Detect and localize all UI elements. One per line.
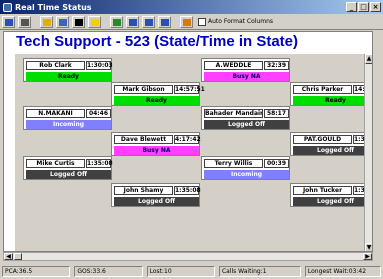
agent-name: John Tucker bbox=[293, 186, 352, 195]
minimize-button[interactable]: _ bbox=[346, 2, 357, 12]
agent-card[interactable]: Mark Gibson 14:57:51 Ready bbox=[111, 82, 205, 106]
agent-card[interactable]: PAT.GOULD1:35:08Logged Off bbox=[290, 132, 372, 156]
color-palette-button[interactable] bbox=[40, 15, 53, 28]
save-icon bbox=[59, 18, 67, 26]
auto-format-columns-option[interactable]: Auto Format Columns bbox=[198, 17, 273, 26]
print-button[interactable] bbox=[18, 15, 31, 28]
agent-state-badge: Logged Off bbox=[114, 197, 199, 206]
agent-name: Rob Clark bbox=[26, 61, 85, 70]
agent-state-badge: Incoming bbox=[26, 120, 111, 129]
agent-card[interactable]: Mike Curtis 1:35:08 Logged Off bbox=[23, 156, 113, 180]
agent-state-badge: Logged Off bbox=[26, 170, 111, 179]
print-icon bbox=[21, 18, 29, 26]
pause-icon bbox=[161, 18, 169, 26]
scroll-left-icon[interactable]: ◀ bbox=[4, 253, 13, 260]
agent-name: Chris Parker bbox=[293, 85, 352, 94]
connect-button[interactable] bbox=[2, 15, 15, 28]
agent-card[interactable]: Bahader Mandair 58:17 Logged Off bbox=[201, 106, 290, 130]
app-icon bbox=[3, 2, 12, 12]
scroll-right-icon[interactable]: ▶ bbox=[363, 253, 372, 260]
arrow-left-button[interactable] bbox=[126, 15, 139, 28]
agent-state-badge: Ready bbox=[293, 96, 372, 105]
agent-card[interactable]: A.WEDDLE 32:39 Busy NA bbox=[201, 58, 290, 82]
status-field: PCA:36.5 bbox=[2, 265, 71, 277]
close-button[interactable]: × bbox=[370, 2, 381, 12]
time-in-state: 1:30:03 bbox=[86, 61, 113, 70]
agent-card[interactable]: Dave Blewett 4:17:42 Busy NA bbox=[111, 132, 201, 156]
time-in-state: 1:35:08 bbox=[86, 159, 113, 168]
status-field: GOS:33.6 bbox=[74, 265, 143, 277]
arrow-left-icon bbox=[129, 18, 137, 26]
status-field: Longest Wait:03:42 bbox=[304, 265, 381, 277]
toolbar: Auto Format Columns bbox=[0, 14, 383, 30]
title-bar: Real Time Status _ □ × bbox=[0, 0, 383, 14]
vertical-scrollbar[interactable]: ▲ ▼ bbox=[364, 54, 372, 251]
percent-button[interactable] bbox=[72, 15, 85, 28]
time-in-state: 58:17 bbox=[264, 109, 289, 118]
status-bar: PCA:36.5 GOS:33.6 Lost:10 Calls Waiting:1 Lo… bbox=[0, 263, 383, 279]
agent-card[interactable]: Rob Clark 1:30:03 Ready bbox=[23, 58, 113, 82]
agent-state-badge: Logged Off bbox=[293, 197, 372, 206]
time-in-state: 14:57:51 bbox=[174, 85, 205, 94]
agent-card[interactable]: Terry Willis 00:39 Incoming bbox=[201, 156, 290, 180]
status-panel: Tech Support - 523 (State/Time in State)… bbox=[3, 31, 373, 252]
color-palette-icon bbox=[43, 18, 51, 26]
agent-state-badge: Logged Off bbox=[204, 120, 289, 129]
columns-button[interactable] bbox=[180, 15, 193, 28]
time-in-state: 04:46 bbox=[86, 109, 111, 118]
grid-button[interactable] bbox=[110, 15, 123, 28]
connect-icon bbox=[5, 18, 13, 26]
window-title: Real Time Status bbox=[15, 2, 92, 12]
auto-format-label: Auto Format Columns bbox=[208, 18, 273, 25]
agent-name: N.MAKANI bbox=[26, 109, 85, 118]
agent-state-badge: Ready bbox=[114, 96, 199, 105]
status-field: Lost:10 bbox=[146, 265, 215, 277]
columns-icon bbox=[183, 18, 191, 26]
highlight-button[interactable] bbox=[88, 15, 101, 28]
agent-name: Dave Blewett bbox=[114, 135, 173, 144]
scroll-down-icon[interactable]: ▼ bbox=[365, 243, 372, 251]
scroll-thumb[interactable] bbox=[14, 253, 22, 260]
agent-name: Bahader Mandair bbox=[204, 109, 263, 118]
highlight-icon bbox=[91, 18, 99, 26]
save-button[interactable] bbox=[56, 15, 69, 28]
agent-state-badge: Logged Off bbox=[293, 146, 372, 155]
time-in-state: 4:17:42 bbox=[174, 135, 201, 144]
agent-card[interactable]: Chris Parker14:57:51Ready bbox=[290, 82, 372, 106]
page-title: Tech Support - 523 (State/Time in State) bbox=[16, 33, 298, 50]
time-in-state: 00:39 bbox=[264, 159, 289, 168]
agent-card[interactable]: John Shamy 1:35:08 Logged Off bbox=[111, 183, 201, 207]
time-in-state: 1:35:08 bbox=[174, 186, 201, 195]
horizontal-scrollbar[interactable]: ◀ ▶ bbox=[3, 252, 373, 261]
agent-card[interactable]: N.MAKANI 04:46 Incoming bbox=[23, 106, 112, 130]
status-field: Calls Waiting:1 bbox=[218, 265, 301, 277]
arrow-right-icon bbox=[145, 18, 153, 26]
grid-icon bbox=[113, 18, 121, 26]
agent-name: PAT.GOULD bbox=[293, 135, 352, 144]
agent-name: Mike Curtis bbox=[26, 159, 85, 168]
agent-name: John Shamy bbox=[114, 186, 173, 195]
maximize-button[interactable]: □ bbox=[358, 2, 369, 12]
agent-state-badge: Ready bbox=[26, 72, 111, 81]
agent-grid: Rob Clark 1:30:03 Ready A.WEDDLE 32:39 Busy N… bbox=[15, 54, 372, 251]
agent-name: Mark Gibson bbox=[114, 85, 173, 94]
agent-state-badge: Incoming bbox=[204, 170, 289, 179]
agent-state-badge: Busy NA bbox=[204, 72, 289, 81]
agent-name: Terry Willis bbox=[204, 159, 263, 168]
agent-state-badge: Busy NA bbox=[114, 146, 199, 155]
percent-icon bbox=[75, 18, 83, 26]
agent-name: A.WEDDLE bbox=[204, 61, 263, 70]
auto-format-checkbox[interactable] bbox=[198, 17, 206, 26]
scroll-up-icon[interactable]: ▲ bbox=[365, 54, 372, 64]
agent-card[interactable]: John Tucker1:35:08Logged Off bbox=[290, 183, 372, 207]
arrow-right-button[interactable] bbox=[142, 15, 155, 28]
pause-button[interactable] bbox=[158, 15, 171, 28]
time-in-state: 32:39 bbox=[264, 61, 289, 70]
